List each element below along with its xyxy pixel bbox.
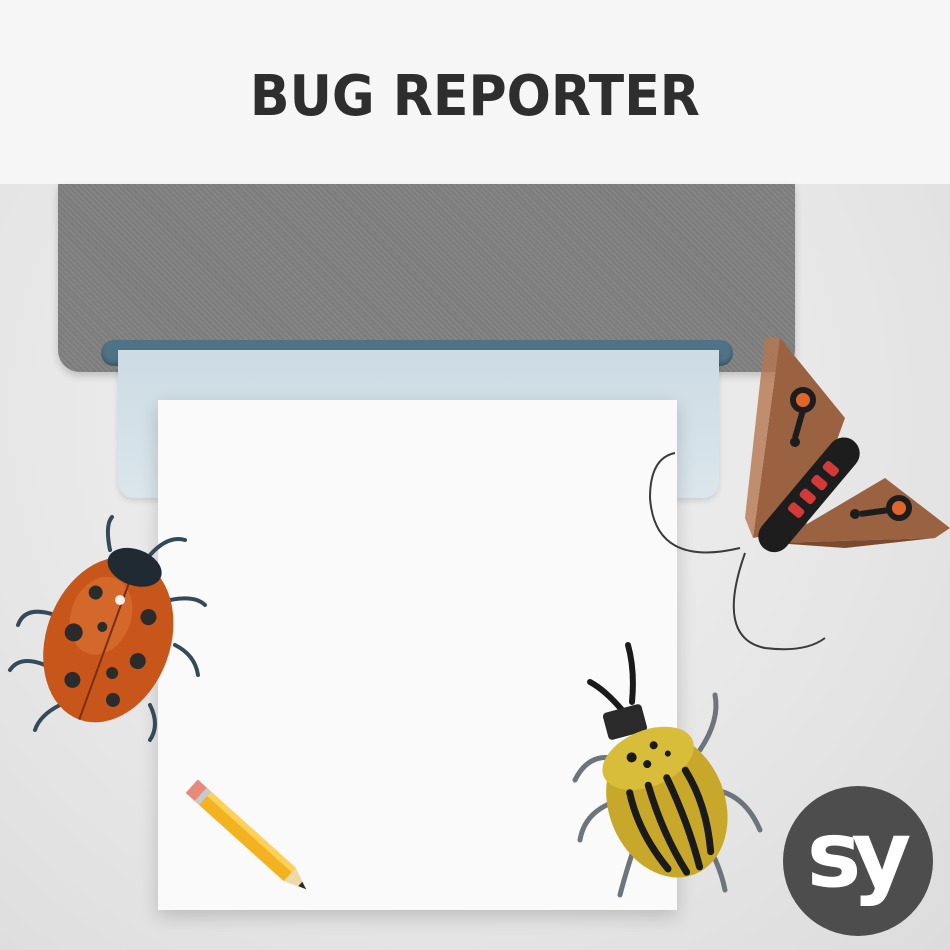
- brand-logo: sy: [783, 786, 933, 936]
- page-title: BUG REPORTER: [250, 63, 700, 129]
- header-bar: BUG REPORTER: [0, 0, 950, 184]
- ladybug-icon: [8, 515, 207, 742]
- logo-text: sy: [806, 800, 912, 908]
- moth-icon: [648, 338, 950, 651]
- pencil-icon: [185, 779, 307, 890]
- beetle-icon: [572, 642, 763, 898]
